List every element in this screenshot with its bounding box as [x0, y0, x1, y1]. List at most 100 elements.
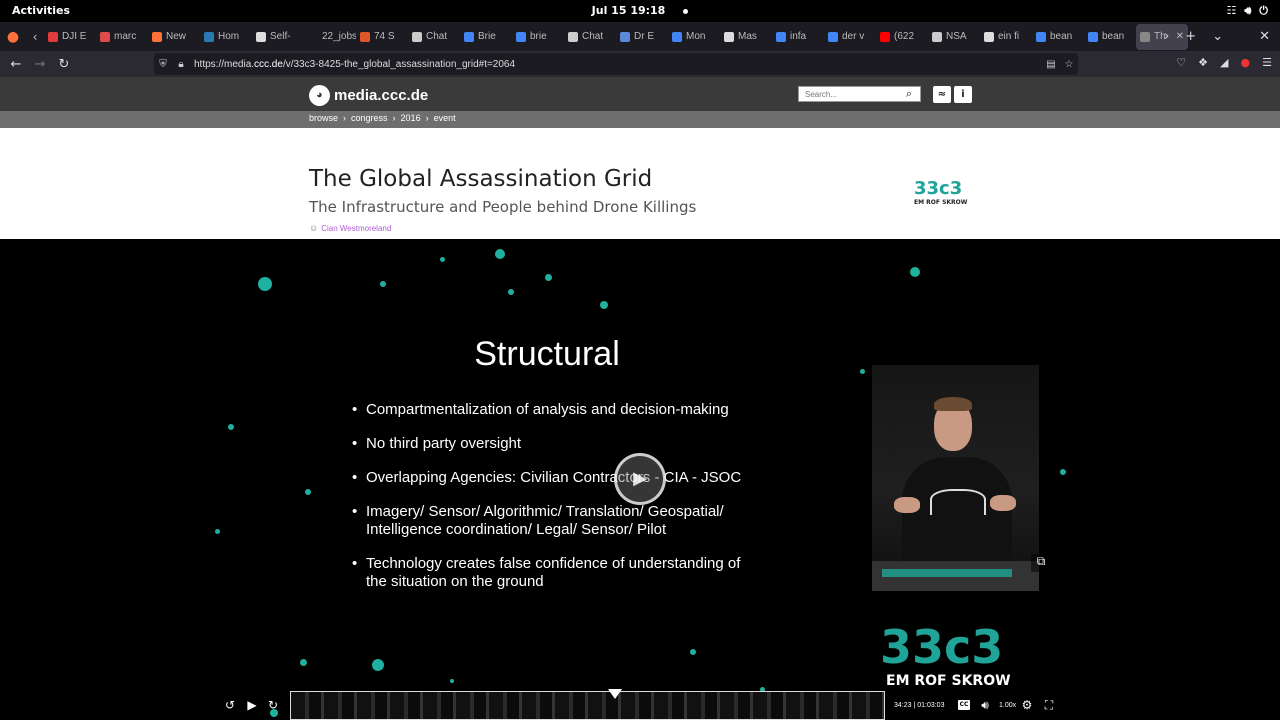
rss-icon[interactable]: ≈ [933, 86, 951, 103]
background-dot [600, 301, 608, 309]
playback-speed[interactable]: 1.00x [999, 702, 1016, 709]
close-window-icon[interactable]: ✕ [1259, 29, 1270, 44]
browser-tab[interactable]: Chat [408, 24, 460, 50]
system-tray[interactable]: ☷ 🔊︎ ⏻ [1226, 4, 1268, 18]
background-dot [545, 274, 552, 281]
extension-icon[interactable]: ◢ [1220, 56, 1228, 69]
tab-favicon-icon [568, 31, 578, 42]
picture-in-picture-icon[interactable]: ⧉ [1031, 554, 1051, 572]
power-icon: ⏻ [1259, 4, 1268, 17]
browser-tab[interactable]: Hom [200, 24, 252, 50]
forward-icon[interactable]: → [28, 57, 52, 72]
browser-tab[interactable]: bean [1084, 24, 1136, 50]
browser-tab[interactable]: Brie [460, 24, 512, 50]
browser-tab[interactable]: Dr E [616, 24, 668, 50]
url-bar[interactable]: ⛨ 🔒︎ https://media.ccc.de/v/33c3-8425-th… [154, 53, 1078, 75]
seek-handle[interactable] [608, 689, 623, 699]
slide-bullet: Compartmentalization of analysis and dec… [352, 401, 752, 419]
background-dot [495, 249, 505, 259]
fullscreen-icon[interactable]: ⛶ [1040, 698, 1058, 713]
tab-label: Mon [686, 31, 706, 42]
reload-icon[interactable]: ↻ [52, 57, 76, 72]
slide-bullets: Compartmentalization of analysis and dec… [352, 401, 752, 607]
browser-tab[interactable]: Mas [720, 24, 772, 50]
browser-tab[interactable]: 74 S [356, 24, 408, 50]
tab-favicon-icon [152, 31, 162, 42]
conference-logo-sub: EM ROF SKROW [914, 199, 968, 206]
ccc-logo-icon: ◕ [309, 85, 330, 106]
browser-tab[interactable]: ein fi [980, 24, 1032, 50]
network-icon: ☷ [1226, 4, 1237, 17]
speaker-shirt-print [930, 489, 986, 515]
breadcrumb-event[interactable]: event [434, 113, 456, 123]
browser-tab[interactable]: bean [1032, 24, 1084, 50]
browser-tab[interactable]: New [148, 24, 200, 50]
browser-tab[interactable]: infa [772, 24, 824, 50]
menu-icon[interactable]: ☰ [1262, 56, 1272, 69]
slide-logo-sub: EM ROF SKROW [886, 673, 1011, 689]
list-tabs-icon[interactable]: ⌄ [1212, 29, 1223, 44]
background-dot [508, 289, 514, 295]
tab-scroll-right-icon[interactable]: › [1164, 29, 1169, 44]
new-tab-icon[interactable]: + [1185, 29, 1196, 44]
tab-favicon-icon [1140, 31, 1150, 42]
firefox-view-icon[interactable]: ● [0, 29, 26, 45]
play-icon[interactable]: ▶ [243, 698, 261, 712]
lock-icon[interactable]: 🔒︎ [172, 59, 190, 70]
speaker-link[interactable]: ☺ Cian Westmoreland [309, 223, 391, 233]
talk-subtitle: The Infrastructure and People behind Dro… [309, 198, 697, 216]
breadcrumb-congress[interactable]: congress [351, 113, 388, 123]
addon-badge-icon[interactable]: ● [1241, 56, 1251, 69]
browser-tab[interactable]: Chat [564, 24, 616, 50]
background-dot [372, 659, 384, 671]
browser-tab[interactable]: brie [512, 24, 564, 50]
tab-scroll-left-icon[interactable]: ‹ [26, 30, 44, 44]
bookmark-star-icon[interactable]: ☆ [1060, 59, 1078, 70]
volume-icon[interactable]: 🔊︎ [976, 698, 994, 713]
tab-favicon-icon [48, 31, 58, 42]
browser-tab[interactable]: Self- [252, 24, 304, 50]
info-icon[interactable]: i [954, 86, 972, 103]
video-player[interactable]: Structural Compartmentalization of analy… [0, 239, 1280, 720]
browser-tab[interactable]: marc [96, 24, 148, 50]
podium [872, 561, 1039, 591]
tab-favicon-icon [360, 31, 370, 42]
breadcrumb-2016[interactable]: 2016 [401, 113, 421, 123]
breadcrumb-separator: › [392, 113, 396, 123]
url-text[interactable]: https://media.ccc.de/v/33c3-8425-the_glo… [190, 59, 1042, 70]
browser-tab[interactable]: DJI E [44, 24, 96, 50]
search-input[interactable] [799, 87, 899, 101]
reader-view-icon[interactable]: ▤ [1042, 59, 1060, 70]
back-icon[interactable]: ← [4, 57, 28, 72]
speaker-hand [990, 495, 1016, 511]
tracking-shield-icon[interactable]: ⛨ [154, 59, 172, 70]
settings-gear-icon[interactable]: ⚙ [1018, 698, 1036, 712]
background-dot [228, 424, 234, 430]
big-play-button[interactable]: ▶ [614, 453, 666, 505]
rewind-10-icon[interactable]: ↺ [221, 698, 239, 712]
browser-tab[interactable]: NSA [928, 24, 980, 50]
background-dot [440, 257, 445, 262]
breadcrumb-browse[interactable]: browse [309, 113, 338, 123]
browser-tab[interactable]: der v [824, 24, 876, 50]
seek-bar[interactable] [290, 689, 885, 720]
background-dot [690, 649, 696, 655]
browser-tab[interactable]: 22_jobs [304, 24, 356, 50]
browser-tab[interactable]: Mon [668, 24, 720, 50]
speaker-name[interactable]: Cian Westmoreland [321, 224, 391, 233]
browser-tab[interactable]: (622 [876, 24, 928, 50]
tab-favicon-icon [984, 31, 994, 42]
slide-bullet: Imagery/ Sensor/ Algorithmic/ Translatio… [352, 503, 752, 539]
extensions-icon[interactable]: ❖ [1198, 56, 1208, 69]
site-logo[interactable]: ◕ media.ccc.de [309, 85, 428, 106]
conference-logo[interactable]: 33c3 EM ROF SKROW [912, 177, 968, 211]
captions-button[interactable]: CC [958, 700, 970, 710]
tab-label: 74 S [374, 31, 395, 42]
forward-30-icon[interactable]: ↻ [264, 698, 282, 712]
tab-list: DJI E marc New Hom Self- 22_jobs 74 S Chat Brie b… [44, 23, 1188, 50]
clock[interactable]: Jul 15 19:18 [0, 4, 1280, 17]
pocket-icon[interactable]: ♡ [1176, 56, 1186, 69]
search-icon[interactable]: ⌕ [899, 87, 919, 101]
tab-favicon-icon [412, 31, 422, 42]
tab-label: Brie [478, 31, 496, 42]
